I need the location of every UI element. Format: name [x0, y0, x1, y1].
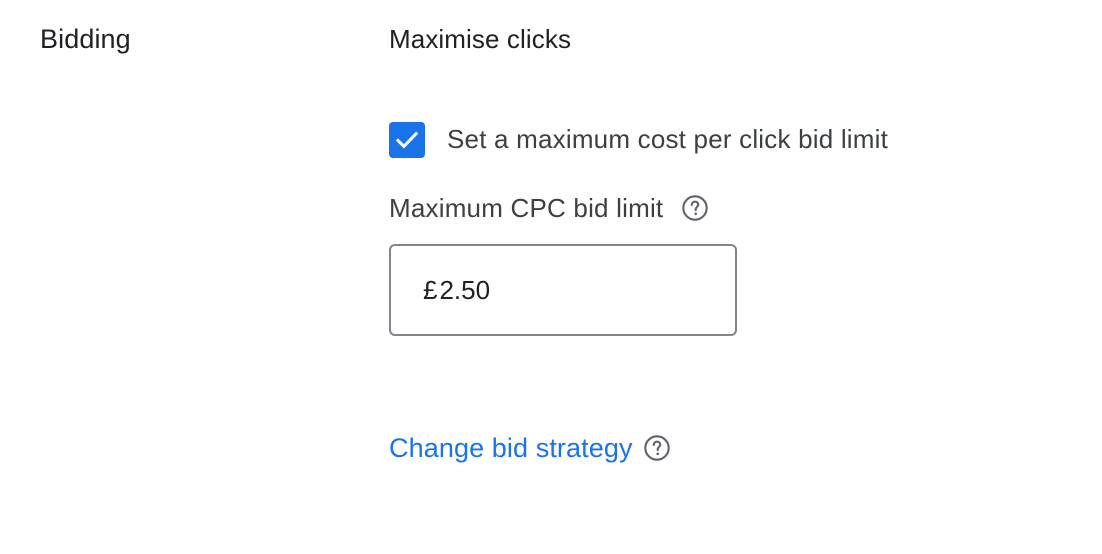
bid-strategy-name: Maximise clicks: [389, 24, 572, 54]
help-circle-icon[interactable]: [681, 194, 709, 222]
max-cpc-field-label: Maximum CPC bid limit: [389, 192, 664, 223]
max-cpc-checkbox-label[interactable]: Set a maximum cost per click bid limit: [447, 124, 888, 155]
max-cpc-input[interactable]: £ 2.50: [389, 244, 737, 336]
max-cpc-checkbox-row[interactable]: Set a maximum cost per click bid limit: [389, 121, 888, 158]
max-cpc-value[interactable]: 2.50: [439, 275, 490, 306]
bidding-section-title: Bidding: [40, 24, 131, 54]
help-circle-icon[interactable]: [643, 434, 671, 462]
check-icon: [395, 131, 419, 148]
change-bid-strategy-link[interactable]: Change bid strategy: [389, 433, 633, 464]
change-bid-strategy-row: Change bid strategy: [389, 430, 671, 466]
max-cpc-label-row: Maximum CPC bid limit: [389, 191, 709, 225]
max-cpc-checkbox[interactable]: [389, 121, 425, 158]
currency-symbol: £: [423, 274, 438, 305]
